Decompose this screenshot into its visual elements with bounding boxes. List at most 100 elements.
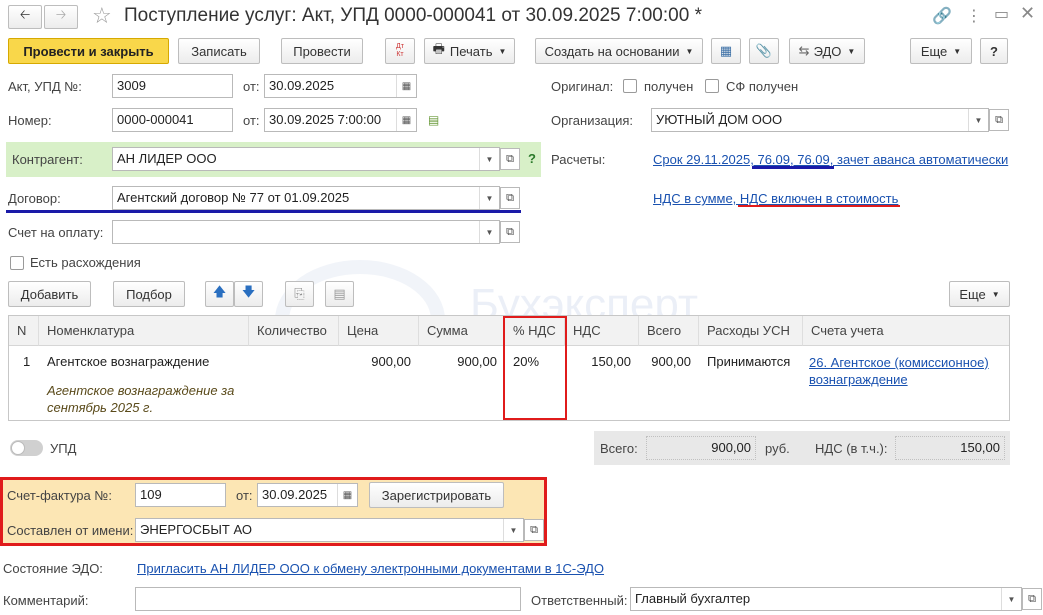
save-button[interactable]: Записать bbox=[178, 38, 260, 64]
dt-kt-button[interactable]: Дт Кт bbox=[385, 38, 415, 64]
row-vat[interactable]: 150,00 bbox=[565, 354, 631, 369]
chevron-down-icon[interactable]: ▼ bbox=[1001, 588, 1021, 610]
col-header-usn[interactable]: Расходы УСН bbox=[699, 316, 803, 346]
chevron-down-icon[interactable]: ▼ bbox=[479, 221, 499, 243]
settlements-link[interactable]: Срок 29.11.2025, 76.09, 76.09, зачет ава… bbox=[653, 152, 1008, 167]
row-name[interactable]: Агентское вознаграждение bbox=[47, 354, 209, 369]
calendar-icon[interactable]: ▦ bbox=[396, 109, 416, 131]
act-number-field[interactable]: 3009 bbox=[112, 74, 233, 98]
edo-invite-link[interactable]: Пригласить АН ЛИДЕР ООО к обмену электро… bbox=[137, 561, 604, 576]
sf-issuer-open-button[interactable]: ⧉ bbox=[524, 519, 544, 541]
original-received-checkbox[interactable] bbox=[623, 79, 637, 93]
help-question-icon[interactable]: ? bbox=[528, 151, 536, 166]
register-button[interactable]: Зарегистрировать bbox=[369, 482, 504, 508]
col-header-price[interactable]: Цена bbox=[339, 316, 419, 346]
act-date-field[interactable]: 30.09.2025 ▦ bbox=[264, 74, 417, 98]
maximize-icon[interactable]: ▭ bbox=[994, 4, 1009, 24]
contract-value: Агентский договор № 77 от 01.09.2025 bbox=[117, 190, 350, 205]
chevron-down-icon: ▼ bbox=[685, 46, 694, 56]
col-header-total[interactable]: Всего bbox=[639, 316, 699, 346]
contract-label: Договор: bbox=[8, 191, 61, 206]
back-button[interactable]: 🡠 bbox=[8, 5, 42, 29]
chevron-down-icon: ▼ bbox=[991, 289, 1000, 299]
sf-issuer-field[interactable]: ЭНЕРГОСБЫТ АО ▼ bbox=[135, 518, 524, 542]
calendar-icon[interactable]: ▦ bbox=[396, 75, 416, 97]
structure-button[interactable]: ▦ bbox=[711, 38, 741, 64]
help-button[interactable]: ? bbox=[980, 38, 1008, 64]
chevron-down-icon[interactable]: ▼ bbox=[479, 187, 499, 209]
link-icon[interactable]: 🔗 bbox=[932, 6, 952, 26]
number-field[interactable]: 0000-000041 bbox=[112, 108, 233, 132]
chevron-down-icon[interactable]: ▼ bbox=[479, 148, 499, 170]
invoice-field[interactable]: ▼ bbox=[112, 220, 500, 244]
number-date-field[interactable]: 30.09.2025 7:00:00 ▦ bbox=[264, 108, 417, 132]
row-usn[interactable]: Принимаются bbox=[707, 354, 790, 369]
post-and-close-button[interactable]: Провести и закрыть bbox=[8, 38, 169, 64]
organization-open-button[interactable]: ⧉ bbox=[989, 109, 1009, 131]
more-vertical-icon[interactable]: ⋮ bbox=[966, 6, 982, 26]
printer-icon: 🖶 bbox=[432, 41, 445, 56]
table-more-button[interactable]: Еще ▼ bbox=[949, 281, 1010, 307]
col-header-sum[interactable]: Сумма bbox=[419, 316, 505, 346]
pick-button[interactable]: Подбор bbox=[113, 281, 185, 307]
discrepancy-checkbox[interactable] bbox=[10, 256, 24, 270]
move-down-button[interactable]: 🡇 bbox=[234, 281, 263, 307]
contract-open-button[interactable]: ⧉ bbox=[500, 187, 520, 209]
edo-label: ЭДО bbox=[813, 43, 842, 59]
col-header-vat[interactable]: НДС bbox=[565, 316, 639, 346]
add-button[interactable]: Добавить bbox=[8, 281, 91, 307]
sf-number-field[interactable]: 109 bbox=[135, 483, 226, 507]
col-header-quantity[interactable]: Количество bbox=[249, 316, 339, 346]
sf-number-label: Счет-фактура №: bbox=[7, 488, 112, 503]
counterparty-open-button[interactable]: ⧉ bbox=[500, 148, 520, 170]
sf-received-checkbox[interactable] bbox=[705, 79, 719, 93]
toggle-knob bbox=[11, 441, 25, 455]
responsible-open-button[interactable]: ⧉ bbox=[1022, 588, 1042, 610]
col-header-name[interactable]: Номенклатура bbox=[39, 316, 249, 346]
edo-button[interactable]: ⇆ ЭДО ▼ bbox=[789, 38, 865, 64]
goods-table[interactable]: N Номенклатура Количество Цена Сумма % Н… bbox=[8, 315, 1010, 421]
create-based-button[interactable]: Создать на основании ▼ bbox=[535, 38, 703, 64]
settlements-label: Расчеты: bbox=[551, 152, 606, 167]
arrow-down-icon: 🡇 bbox=[241, 284, 256, 299]
invoice-open-button[interactable]: ⧉ bbox=[500, 221, 520, 243]
close-icon[interactable]: ✕ bbox=[1020, 3, 1035, 24]
copy-button[interactable]: ⎘ bbox=[285, 281, 314, 307]
chevron-down-icon[interactable]: ▼ bbox=[968, 109, 988, 131]
forward-button[interactable]: 🡢 bbox=[44, 5, 78, 29]
counterparty-value: АН ЛИДЕР ООО bbox=[117, 151, 217, 166]
attach-button[interactable]: 📎 bbox=[749, 38, 779, 64]
responsible-field[interactable]: Главный бухгалтер ▼ bbox=[630, 587, 1022, 611]
row-total[interactable]: 900,00 bbox=[639, 354, 691, 369]
act-date-label: от: bbox=[243, 79, 260, 94]
organization-label: Организация: bbox=[551, 113, 634, 128]
chevron-down-icon[interactable]: ▼ bbox=[503, 519, 523, 541]
row-price[interactable]: 900,00 bbox=[339, 354, 411, 369]
counterparty-field[interactable]: АН ЛИДЕР ООО ▼ bbox=[112, 147, 500, 171]
row-sum[interactable]: 900,00 bbox=[419, 354, 497, 369]
message-icon[interactable]: ▤ bbox=[428, 113, 439, 127]
calendar-icon[interactable]: ▦ bbox=[337, 484, 357, 506]
favorite-star-icon[interactable]: ☆ bbox=[92, 3, 112, 29]
number-label: Номер: bbox=[8, 113, 52, 128]
row-content[interactable]: Агентское вознаграждение за сентябрь 202… bbox=[47, 382, 247, 416]
comment-field[interactable] bbox=[135, 587, 521, 611]
row-account-link[interactable]: 26. Агентское (комиссионное) вознагражде… bbox=[809, 354, 999, 388]
contract-field[interactable]: Агентский договор № 77 от 01.09.2025 ▼ bbox=[112, 186, 500, 210]
upd-toggle[interactable] bbox=[10, 440, 43, 456]
more-button[interactable]: Еще ▼ bbox=[910, 38, 972, 64]
number-date-value: 30.09.2025 7:00:00 bbox=[269, 112, 382, 127]
move-up-button[interactable]: 🡅 bbox=[205, 281, 234, 307]
print-button[interactable]: 🖶 Печать ▼ bbox=[424, 38, 515, 64]
post-button[interactable]: Провести bbox=[281, 38, 363, 64]
organization-field[interactable]: УЮТНЫЙ ДОМ ООО ▼ bbox=[651, 108, 989, 132]
vat-total-label: НДС (в т.ч.): bbox=[815, 441, 888, 456]
vat-link[interactable]: НДС в сумме, НДС включен в стоимость bbox=[653, 191, 898, 206]
paste-button[interactable]: ▤ bbox=[325, 281, 354, 307]
col-header-n[interactable]: N bbox=[9, 316, 39, 346]
col-header-account[interactable]: Счета учета bbox=[803, 316, 1009, 346]
sf-issuer-value: ЭНЕРГОСБЫТ АО bbox=[140, 522, 252, 537]
arrow-up-icon: 🡅 bbox=[212, 284, 227, 299]
sf-date-field[interactable]: 30.09.2025 ▦ bbox=[257, 483, 358, 507]
counterparty-label: Контрагент: bbox=[12, 152, 83, 167]
